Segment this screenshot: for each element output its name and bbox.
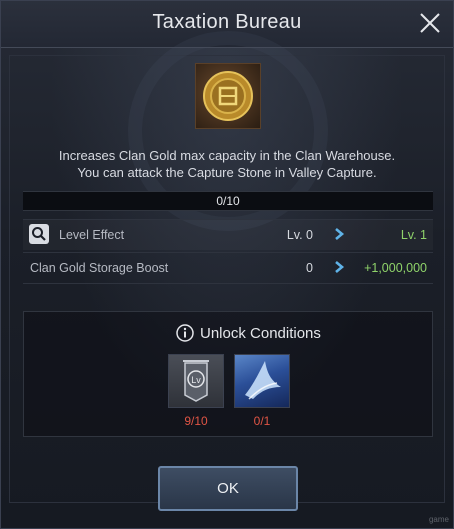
item-description: Increases Clan Gold max capacity in the …: [21, 147, 433, 181]
close-icon: [420, 13, 440, 33]
progress-bar: 0/10: [23, 191, 433, 211]
progress-text: 0/10: [216, 194, 240, 208]
taxation-bureau-dialog: Taxation Bureau Increases Clan Gold max …: [0, 0, 454, 529]
description-line-1: Increases Clan Gold max capacity in the …: [58, 148, 396, 163]
description-line-2: You can attack the Capture Stone in Vall…: [77, 165, 377, 180]
level-banner-icon: Lv: [183, 360, 209, 402]
level-effect-current: Lv. 0: [286, 228, 313, 242]
gold-storage-label: Clan Gold Storage Boost: [30, 261, 169, 275]
chevron-right-icon: [335, 261, 345, 273]
gold-storage-current: 0: [306, 261, 313, 275]
unlock-conditions-panel: Unlock Conditions Lv 9/10 0/1: [23, 311, 433, 437]
chevron-right-icon: [335, 228, 345, 240]
svg-text:Lv: Lv: [191, 375, 201, 385]
close-button[interactable]: [417, 10, 443, 36]
condition-level-count: 9/10: [184, 414, 208, 428]
condition-wing-skill[interactable]: [234, 354, 290, 408]
unlock-conditions-title: Unlock Conditions: [200, 325, 321, 342]
stat-row-level-effect: Level Effect Lv. 0 Lv. 1: [23, 219, 433, 250]
level-effect-label: Level Effect: [59, 228, 125, 242]
watermark: game: [428, 515, 449, 524]
wing-skill-icon: [245, 361, 281, 400]
condition-wing-count: 0/1: [253, 414, 271, 428]
level-effect-next: Lv. 1: [400, 228, 427, 242]
stat-row-gold-storage: Clan Gold Storage Boost 0 +1,000,000: [23, 252, 433, 284]
gold-storage-next: +1,000,000: [364, 261, 427, 275]
gold-medal-icon: [195, 63, 261, 129]
magnifier-icon: [32, 227, 46, 241]
condition-level-banner[interactable]: Lv: [168, 354, 224, 408]
ok-button[interactable]: OK: [158, 466, 298, 511]
level-detail-button[interactable]: [29, 224, 49, 244]
info-icon: [176, 324, 194, 342]
